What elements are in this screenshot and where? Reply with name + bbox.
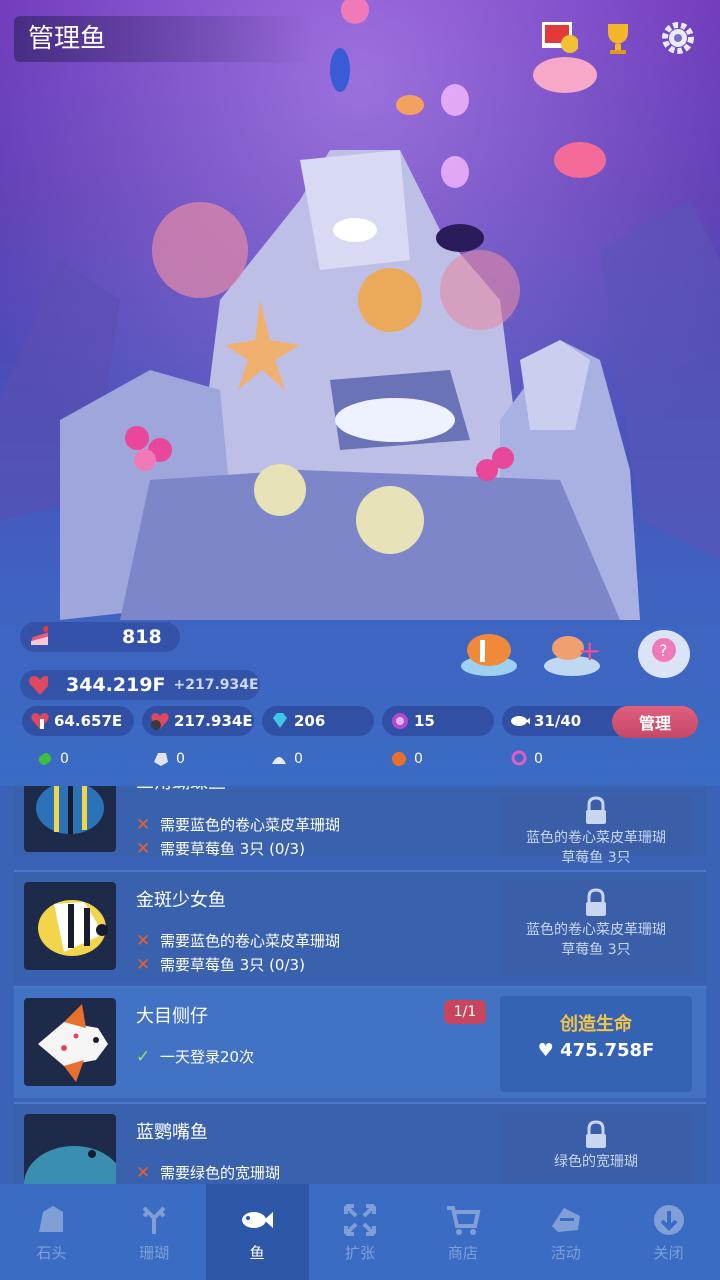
per-second-value: 217.934E [174, 712, 253, 730]
nav-label: 鱼 [249, 1243, 265, 1262]
requirement-text: 需要蓝色的卷心菜皮革珊瑚 [160, 932, 341, 950]
fail-icon: ✕ [136, 838, 151, 859]
diamond-icon [270, 711, 290, 731]
nav-label: 关闭 [653, 1243, 684, 1262]
mini-count-3: 0 [294, 751, 303, 767]
fish-count-icon [510, 711, 530, 731]
nav-close[interactable]: 关闭 [617, 1184, 720, 1280]
requirement-text: 需要绿色的宽珊瑚 [160, 1164, 281, 1182]
fish-name: 蓝鹦嘴鱼 [136, 1122, 208, 1143]
nav-shop[interactable]: 商店 [411, 1184, 514, 1280]
mini-count-1: 0 [60, 751, 69, 767]
shop-icons-row: + ? [461, 630, 690, 678]
fish-thumbnail [24, 786, 116, 852]
fish-icon [239, 1202, 275, 1238]
nav-expand[interactable]: 扩张 [309, 1184, 412, 1280]
orange-item-icon [390, 750, 408, 768]
heart-icon: ♥ [537, 1040, 554, 1061]
check-icon: ✓ [136, 1046, 151, 1067]
pink-item-icon [510, 750, 528, 768]
create-price: 475.758F [560, 1040, 655, 1061]
locked-req-line: 草莓鱼 3只 [561, 850, 631, 866]
locked-panel: 蓝色的卷心菜皮革珊瑚 草莓鱼 3只 [500, 796, 692, 866]
fish-name: 大目侧仔 [136, 1006, 208, 1027]
nav-label: 珊瑚 [139, 1243, 170, 1262]
mini-count-5: 0 [534, 751, 543, 767]
manage-button[interactable]: 管理 [612, 706, 698, 738]
aquarium-scene[interactable]: 管理鱼 818 344.219F +217.934E + ? 64.657E 2… [0, 0, 720, 790]
lock-icon [582, 888, 610, 918]
requirement-text: 需要蓝色的卷心菜皮革珊瑚 [160, 816, 341, 834]
fish-card-3[interactable]: 蓝鹦嘴鱼 ✕ 需要绿色的宽珊瑚 绿色的宽珊瑚 [14, 1102, 706, 1184]
requirement-text: 需要草莓鱼 3只 (0/3) [160, 840, 305, 858]
coral-icon [136, 1202, 172, 1238]
fish-list[interactable]: 三角蝴蝶鱼 ✕ 需要蓝色的卷心菜皮革珊瑚 ✕ 需要草莓鱼 3只 (0/3) 蓝色的卷… [0, 786, 720, 1184]
heart-per-second-icon [150, 711, 170, 731]
locked-req-line: 草莓鱼 3只 [561, 942, 631, 958]
vitality-rate: +217.934E [173, 677, 259, 693]
fail-icon: ✕ [136, 1162, 151, 1183]
trophy-icon[interactable] [598, 18, 638, 58]
svg-text:+: + [578, 634, 601, 667]
green-item-icon [36, 750, 54, 768]
tap-icon [30, 711, 50, 731]
nav-label: 扩张 [345, 1243, 376, 1262]
bottom-nav: 石头 珊瑚 鱼 扩张 商店 活动 关闭 [0, 1184, 720, 1280]
nav-label: 石头 [36, 1243, 67, 1262]
locked-req-line: 绿色的宽珊瑚 [554, 1154, 638, 1170]
nav-label: 活动 [550, 1243, 581, 1262]
nav-rock[interactable]: 石头 [0, 1184, 103, 1280]
close-down-icon [651, 1202, 687, 1238]
locked-panel: 蓝色的卷心菜皮革珊瑚 草莓鱼 3只 [500, 880, 692, 976]
fish-count: 31/40 [534, 712, 582, 730]
mini-count-4: 0 [414, 751, 423, 767]
nav-fish[interactable]: 鱼 [205, 1184, 309, 1280]
page-title: 管理鱼 [14, 16, 314, 62]
nav-coral[interactable]: 珊瑚 [103, 1184, 206, 1280]
fish-thumbnail [24, 998, 116, 1086]
progress-badge: 1/1 [444, 1000, 486, 1024]
locked-req-line: 蓝色的卷心菜皮革珊瑚 [526, 830, 666, 846]
rock-icon [33, 1202, 69, 1238]
diamond-count: 206 [294, 712, 326, 730]
pearl-count: 15 [414, 712, 435, 730]
fail-icon: ✕ [136, 954, 151, 975]
cake-count: 818 [122, 626, 162, 648]
svg-text:?: ? [659, 641, 668, 660]
gear-icon[interactable] [658, 18, 698, 58]
stone-item-icon [152, 750, 170, 768]
tap-value: 64.657E [54, 712, 123, 730]
fish-card-1[interactable]: 金斑少女鱼 ✕ 需要蓝色的卷心菜皮革珊瑚 ✕ 需要草莓鱼 3只 (0/3) 蓝色的卷… [14, 870, 706, 982]
fish-name: 金斑少女鱼 [136, 890, 226, 911]
lock-icon [582, 1120, 610, 1150]
locked-req-line: 蓝色的卷心菜皮革珊瑚 [526, 922, 666, 938]
fish-card-2[interactable]: 大目侧仔 1/1 ✓ 一天登录20次 创造生命 ♥ 475.758F [14, 986, 706, 1098]
create-life-button[interactable]: 创造生命 ♥ 475.758F [500, 996, 692, 1092]
shell-item-icon [270, 750, 288, 768]
expand-icon [342, 1202, 378, 1238]
cart-icon [445, 1202, 481, 1238]
requirement-text: 需要草莓鱼 3只 (0/3) [160, 956, 305, 974]
fish-card-0[interactable]: 三角蝴蝶鱼 ✕ 需要蓝色的卷心菜皮革珊瑚 ✕ 需要草莓鱼 3只 (0/3) 蓝色的卷… [14, 786, 706, 866]
requirement-text: 一天登录20次 [160, 1048, 255, 1066]
photo-album-icon[interactable] [538, 18, 578, 58]
fish-name: 三角蝴蝶鱼 [136, 786, 226, 794]
fish-thumbnail [24, 1114, 116, 1184]
fail-icon: ✕ [136, 930, 151, 951]
event-icon [548, 1202, 584, 1238]
locked-panel: 绿色的宽珊瑚 [500, 1112, 692, 1184]
fish-thumbnail [24, 882, 116, 970]
cake-icon [28, 626, 48, 647]
nav-label: 商店 [447, 1243, 478, 1262]
create-life-label: 创造生命 [560, 1014, 632, 1035]
fail-icon: ✕ [136, 814, 151, 835]
vitality-value: 344.219F [66, 674, 166, 696]
lock-icon [582, 796, 610, 826]
pearl-icon [390, 711, 410, 731]
heart-icon [28, 675, 48, 695]
nav-event[interactable]: 活动 [514, 1184, 617, 1280]
mini-count-2: 0 [176, 751, 185, 767]
